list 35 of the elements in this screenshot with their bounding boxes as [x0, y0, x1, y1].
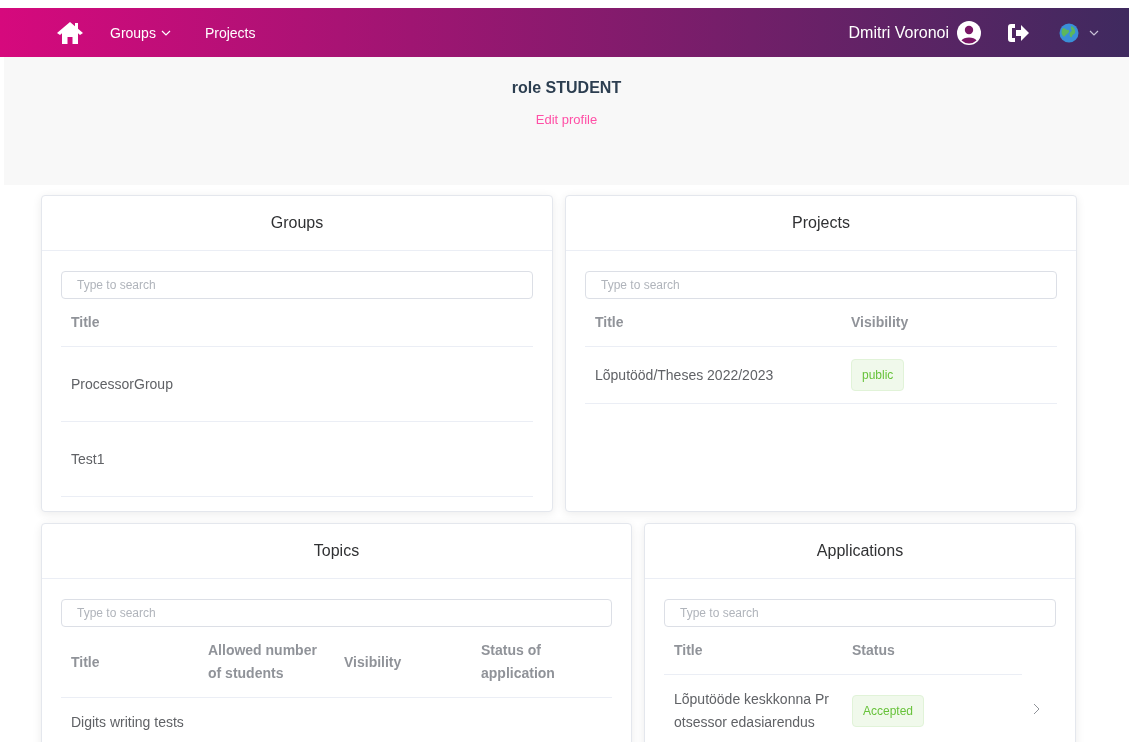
- column-header: Title: [61, 627, 198, 698]
- logout-icon[interactable]: [1007, 22, 1029, 43]
- card-title: Topics: [313, 542, 360, 560]
- search-field[interactable]: Type to search: [61, 271, 533, 299]
- status-tag: Accepted: [852, 695, 925, 727]
- column-header: Title: [61, 299, 533, 347]
- nav-menu-item[interactable]: Groups: [110, 24, 171, 41]
- nav-menu-item[interactable]: Projects: [204, 24, 256, 41]
- column-header: Allowed number of students: [198, 627, 334, 698]
- table-cell[interactable]: Lõputööd/Theses 2022/2023: [585, 346, 841, 404]
- chevron-down-icon[interactable]: [1089, 29, 1099, 36]
- user-avatar-icon[interactable]: [957, 20, 981, 45]
- column-header: Visibility: [334, 627, 471, 698]
- globe-icon[interactable]: [1059, 22, 1079, 43]
- chevron-right-icon[interactable]: [1032, 703, 1040, 716]
- column-header: Visibility: [841, 299, 1057, 347]
- user-name[interactable]: Dmitri Voronoi: [848, 23, 949, 42]
- table-cell[interactable]: Digits writing tests: [61, 697, 198, 742]
- column-header: Title: [585, 299, 841, 347]
- chevron-down-icon: [160, 29, 171, 36]
- table-cell[interactable]: Lõputööde keskkonna Pr otsessor edasiarendus: [664, 674, 842, 742]
- column-header: Status of application: [471, 627, 612, 698]
- search-field[interactable]: Type to search: [585, 271, 1057, 299]
- table-cell[interactable]: Test1: [61, 421, 533, 497]
- column-header: Status: [842, 627, 1022, 675]
- role-label: role STUDENT: [511, 79, 622, 97]
- status-tag: public: [851, 359, 905, 391]
- column-header: Title: [664, 627, 842, 675]
- card-title: Projects: [792, 214, 850, 232]
- card-title: Applications: [816, 542, 904, 560]
- table-cell[interactable]: ProcessorGroup: [61, 346, 533, 422]
- card-title: Groups: [270, 214, 324, 232]
- search-field[interactable]: Type to search: [664, 599, 1056, 627]
- home-icon[interactable]: [56, 20, 84, 45]
- search-field[interactable]: Type to search: [61, 599, 612, 627]
